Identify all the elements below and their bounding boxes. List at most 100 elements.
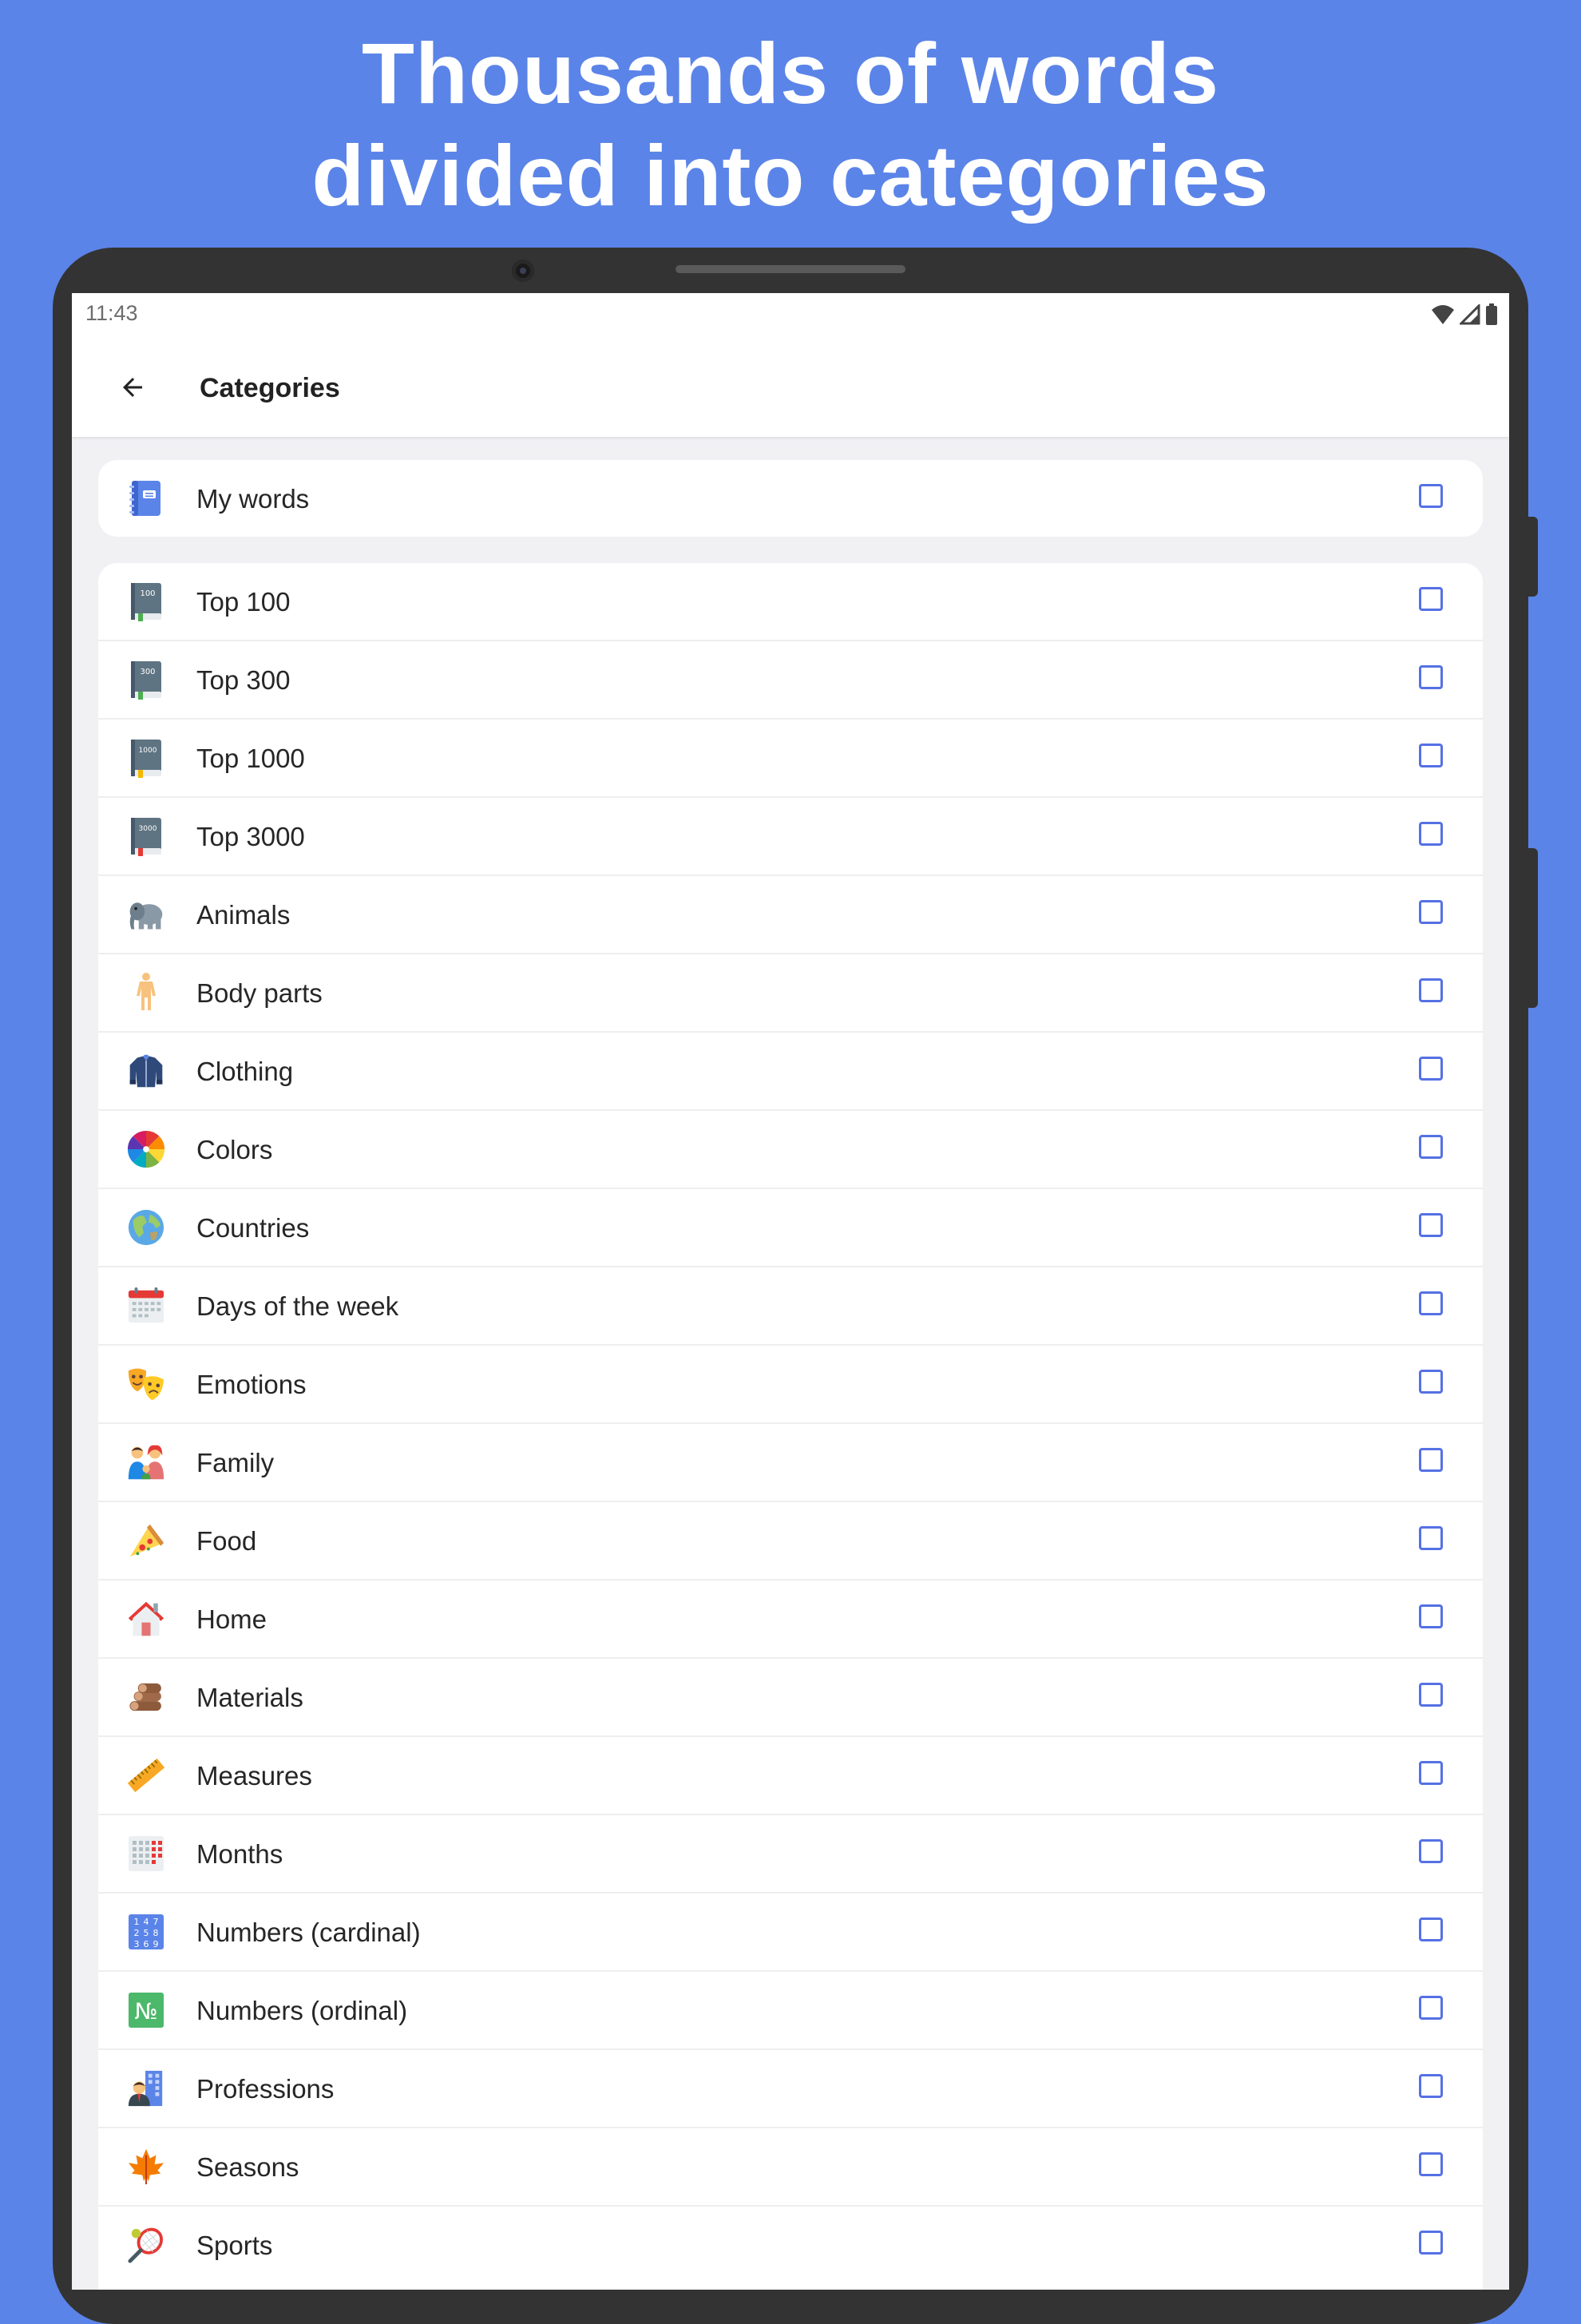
svg-text:9: 9	[153, 1939, 159, 1949]
list-item-label: Numbers (ordinal)	[196, 1996, 408, 2025]
svg-text:4: 4	[144, 1917, 149, 1927]
checkbox[interactable]	[1419, 665, 1443, 689]
wifi-icon	[1432, 305, 1454, 324]
list-item-label: Body parts	[196, 978, 323, 1008]
promo-headline: Thousands of words divided into categori…	[0, 22, 1581, 227]
list-item-professions[interactable]: Professions	[98, 2048, 1483, 2127]
month-grid-icon	[127, 1834, 165, 1873]
checkbox[interactable]	[1419, 1448, 1443, 1472]
list-item-days-of-the-week[interactable]: Days of the week	[98, 1266, 1483, 1344]
list-item-numbers-cardinal[interactable]: 147 258 369 Numbers (cardinal)	[98, 1892, 1483, 1970]
battery-icon	[1486, 303, 1497, 325]
list-item-clothing[interactable]: Clothing	[98, 1031, 1483, 1109]
list-item-sports[interactable]: Sports	[98, 2205, 1483, 2283]
book-badge: 100	[140, 589, 155, 598]
book-badge: 300	[140, 668, 155, 676]
svg-text:3: 3	[134, 1939, 140, 1949]
status-icons	[1431, 303, 1498, 327]
checkbox[interactable]	[1419, 1526, 1443, 1550]
list-item-label: Months	[196, 1839, 283, 1869]
checkbox[interactable]	[1419, 1604, 1443, 1628]
svg-text:2: 2	[134, 1928, 140, 1938]
back-button[interactable]	[113, 368, 152, 407]
front-camera	[512, 260, 534, 282]
globe-icon	[127, 1208, 165, 1247]
volume-button	[1528, 848, 1538, 1008]
status-bar: 11:43	[72, 293, 1509, 338]
checkbox[interactable]	[1419, 1839, 1443, 1863]
list-item-top-3000[interactable]: 3000 Top 3000	[98, 796, 1483, 874]
checkbox[interactable]	[1419, 484, 1443, 508]
checkbox[interactable]	[1419, 1370, 1443, 1394]
list-item-top-1000[interactable]: 1000 Top 1000	[98, 718, 1483, 796]
checkbox[interactable]	[1419, 1683, 1443, 1707]
tablet-frame: 11:43 Categories My words 100 Top 100 30…	[53, 248, 1538, 2324]
list-item-label: Emotions	[196, 1370, 307, 1399]
checkbox[interactable]	[1419, 1761, 1443, 1785]
list-item-family[interactable]: Family	[98, 1422, 1483, 1501]
list-item-label: My words	[196, 484, 310, 514]
checkbox[interactable]	[1419, 2152, 1443, 2176]
list-item-measures[interactable]: Measures	[98, 1735, 1483, 1814]
checkbox[interactable]	[1419, 1213, 1443, 1237]
jacket-icon	[127, 1052, 165, 1090]
house-icon	[127, 1600, 165, 1638]
color-wheel-icon	[127, 1130, 165, 1168]
checkbox[interactable]	[1419, 744, 1443, 767]
numero-glyph: №	[134, 1998, 157, 2025]
list-item-label: Materials	[196, 1683, 303, 1712]
list-item-materials[interactable]: Materials	[98, 1657, 1483, 1735]
list-item-label: Countries	[196, 1213, 310, 1243]
calendar-icon	[127, 1287, 165, 1325]
checkbox[interactable]	[1419, 900, 1443, 924]
checkbox[interactable]	[1419, 2074, 1443, 2098]
arrow-left-icon	[123, 378, 142, 397]
list-item-home[interactable]: Home	[98, 1579, 1483, 1657]
list-item-label: Numbers (cardinal)	[196, 1917, 421, 1947]
list-item-animals[interactable]: Animals	[98, 874, 1483, 953]
checkbox[interactable]	[1419, 978, 1443, 1002]
list-item-numbers-ordinal[interactable]: № Numbers (ordinal)	[98, 1970, 1483, 2048]
svg-text:8: 8	[153, 1928, 159, 1938]
notebook-icon	[127, 479, 165, 518]
page-title: Categories	[200, 373, 340, 403]
list-item-food[interactable]: Food	[98, 1501, 1483, 1579]
list-item-label: Professions	[196, 2074, 335, 2104]
categories-card: 100 Top 100 300 Top 300 1000 Top 1000 30…	[98, 563, 1483, 2290]
list-item-label: Food	[196, 1526, 257, 1556]
checkbox[interactable]	[1419, 1996, 1443, 2020]
list-item-body-parts[interactable]: Body parts	[98, 953, 1483, 1031]
checkbox[interactable]	[1419, 1135, 1443, 1159]
list-item-label: Family	[196, 1448, 275, 1477]
headline-line-1: Thousands of words	[361, 25, 1219, 121]
list-item-label: Animals	[196, 900, 291, 930]
checkbox[interactable]	[1419, 1057, 1443, 1081]
book-3000-icon: 3000	[127, 817, 165, 856]
list-item-label: Colors	[196, 1135, 273, 1164]
list-item-label: Measures	[196, 1761, 312, 1791]
list-item-emotions[interactable]: Emotions	[98, 1344, 1483, 1422]
list-item-label: Top 1000	[196, 744, 305, 773]
app-screen: 11:43 Categories My words 100 Top 100 30…	[72, 293, 1509, 2290]
list-item-top-300[interactable]: 300 Top 300	[98, 640, 1483, 718]
list-item-label: Top 100	[196, 587, 291, 617]
checkbox[interactable]	[1419, 822, 1443, 846]
checkbox[interactable]	[1419, 2231, 1443, 2255]
elephant-icon	[127, 895, 165, 934]
checkbox[interactable]	[1419, 1291, 1443, 1315]
checkbox[interactable]	[1419, 1917, 1443, 1941]
list-item-top-100[interactable]: 100 Top 100	[98, 563, 1483, 640]
list-item-colors[interactable]: Colors	[98, 1109, 1483, 1188]
status-time: 11:43	[85, 301, 138, 325]
list-item-my-words[interactable]: My words	[98, 460, 1483, 537]
list-item-label: Home	[196, 1604, 267, 1634]
book-badge: 3000	[139, 825, 157, 833]
theater-masks-icon	[127, 1365, 165, 1403]
list-item-seasons[interactable]: Seasons	[98, 2127, 1483, 2205]
list-item-label: Clothing	[196, 1057, 294, 1086]
list-item-countries[interactable]: Countries	[98, 1188, 1483, 1266]
list-item-months[interactable]: Months	[98, 1814, 1483, 1892]
tennis-racket-icon	[127, 2226, 165, 2264]
maple-leaf-icon	[127, 2148, 165, 2186]
checkbox[interactable]	[1419, 587, 1443, 611]
